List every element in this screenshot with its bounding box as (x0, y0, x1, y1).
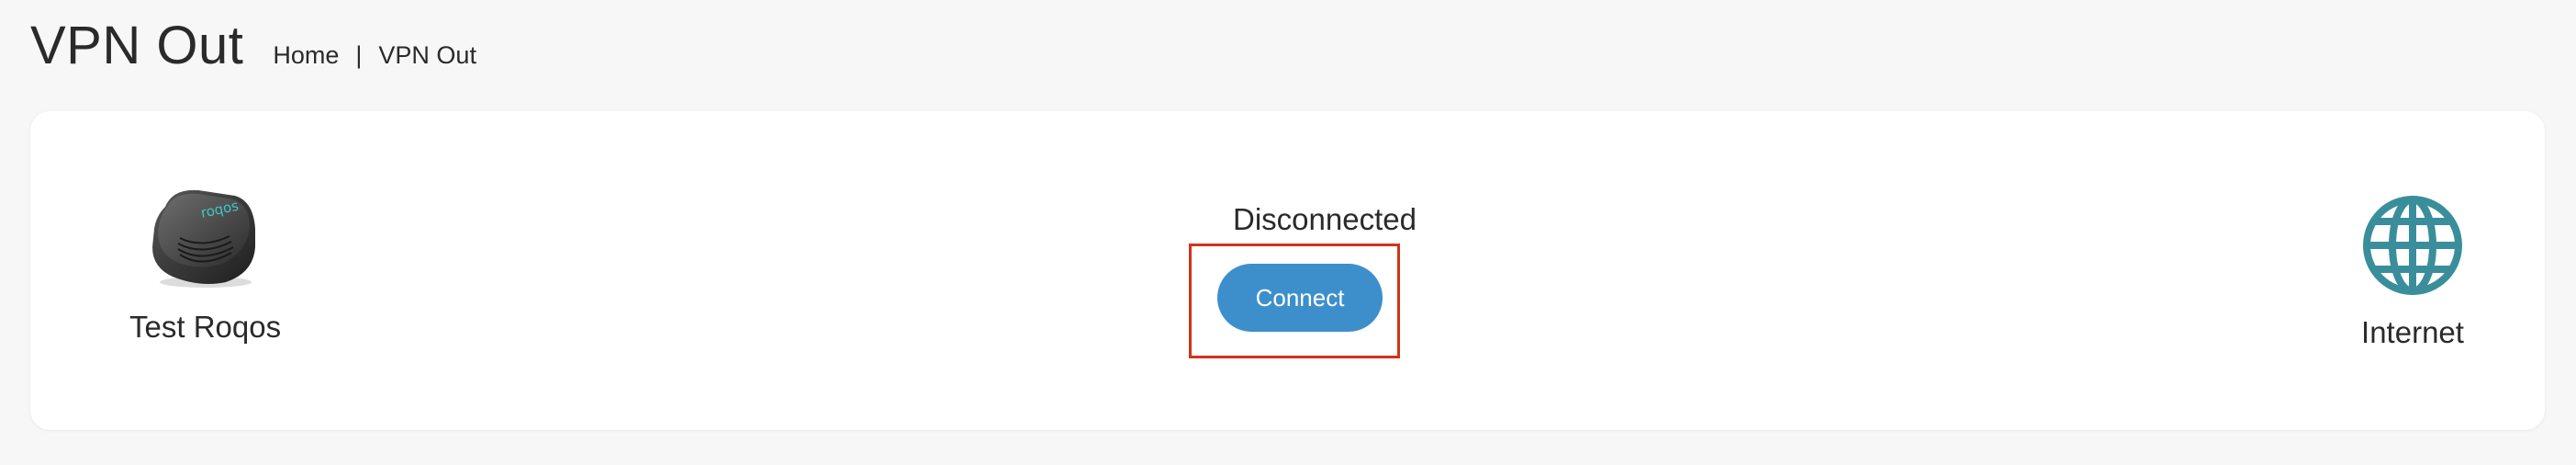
page-header: VPN Out Home | VPN Out (30, 13, 476, 79)
page-title: VPN Out (30, 16, 244, 75)
vpn-card: roqos Test Roqos Disconnected Connect In… (30, 111, 2545, 430)
internet-label: Internet (2361, 315, 2464, 349)
connection-status-text: Disconnected (1233, 202, 1417, 236)
device-block: roqos Test Roqos (99, 183, 306, 345)
connect-button[interactable]: Connect (1217, 264, 1383, 332)
breadcrumb: Home | VPN Out (273, 41, 476, 70)
device-name-label: Test Roqos (129, 310, 282, 344)
globe-icon (2363, 196, 2462, 295)
router-device-icon: roqos (151, 189, 255, 288)
breadcrumb-home-link[interactable]: Home (273, 41, 339, 70)
breadcrumb-current: VPN Out (378, 41, 476, 69)
internet-block: Internet (2344, 194, 2481, 350)
breadcrumb-separator: | (355, 41, 363, 69)
